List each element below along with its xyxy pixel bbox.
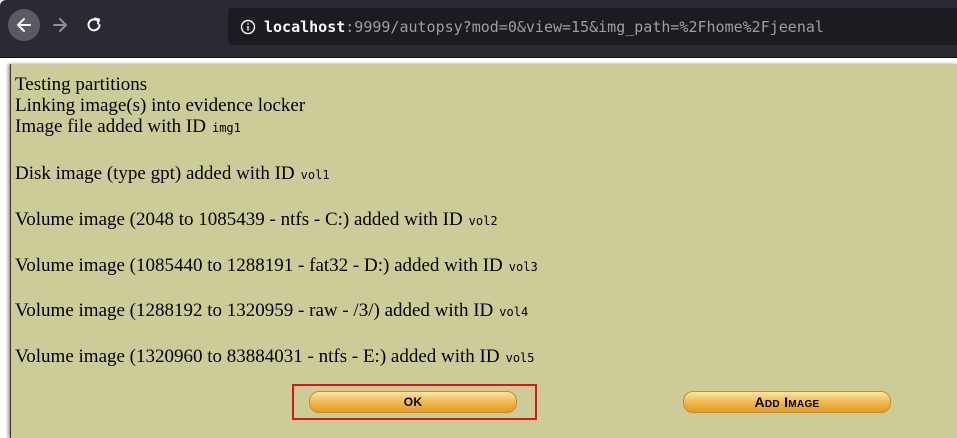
id-label: img1 xyxy=(211,121,241,135)
info-icon[interactable] xyxy=(240,19,256,35)
reload-button[interactable] xyxy=(78,9,110,41)
back-arrow-icon xyxy=(17,18,31,32)
id-label: vol2 xyxy=(468,214,498,228)
status-line: Volume image (1085440 to 1288191 - fat32… xyxy=(15,255,538,276)
status-line: Volume image (1320960 to 83884031 - ntfs… xyxy=(15,346,535,367)
id-label: vol5 xyxy=(505,351,535,365)
id-label: vol4 xyxy=(499,305,529,319)
page-content: Testing partitions Linking image(s) into… xyxy=(10,64,957,438)
browser-toolbar: localhost:9999/autopsy?mod=0&view=15&img… xyxy=(0,0,957,57)
forward-arrow-icon xyxy=(53,18,67,32)
status-line: Volume image (1288192 to 1320959 - raw -… xyxy=(15,300,529,321)
url-bar[interactable]: localhost:9999/autopsy?mod=0&view=15&img… xyxy=(228,8,957,45)
status-line: Volume image (2048 to 1085439 - ntfs - C… xyxy=(15,209,498,230)
add-image-button[interactable]: Add Image xyxy=(683,391,891,413)
forward-button[interactable] xyxy=(44,9,76,41)
url-path: :9999/autopsy?mod=0&view=15&img_path=%2F… xyxy=(345,17,824,36)
status-line: Disk image (type gpt) added with ID vol1 xyxy=(15,163,330,184)
reload-icon xyxy=(87,17,101,32)
id-label: vol1 xyxy=(300,168,330,182)
ok-button[interactable]: OK xyxy=(309,391,517,413)
id-label: vol3 xyxy=(508,260,538,274)
url-host: localhost xyxy=(264,17,346,36)
status-line: Image file added with ID img1 xyxy=(15,116,241,137)
status-line: Testing partitions xyxy=(15,74,148,95)
back-button[interactable] xyxy=(8,9,40,41)
status-line: Linking image(s) into evidence locker xyxy=(15,95,306,116)
